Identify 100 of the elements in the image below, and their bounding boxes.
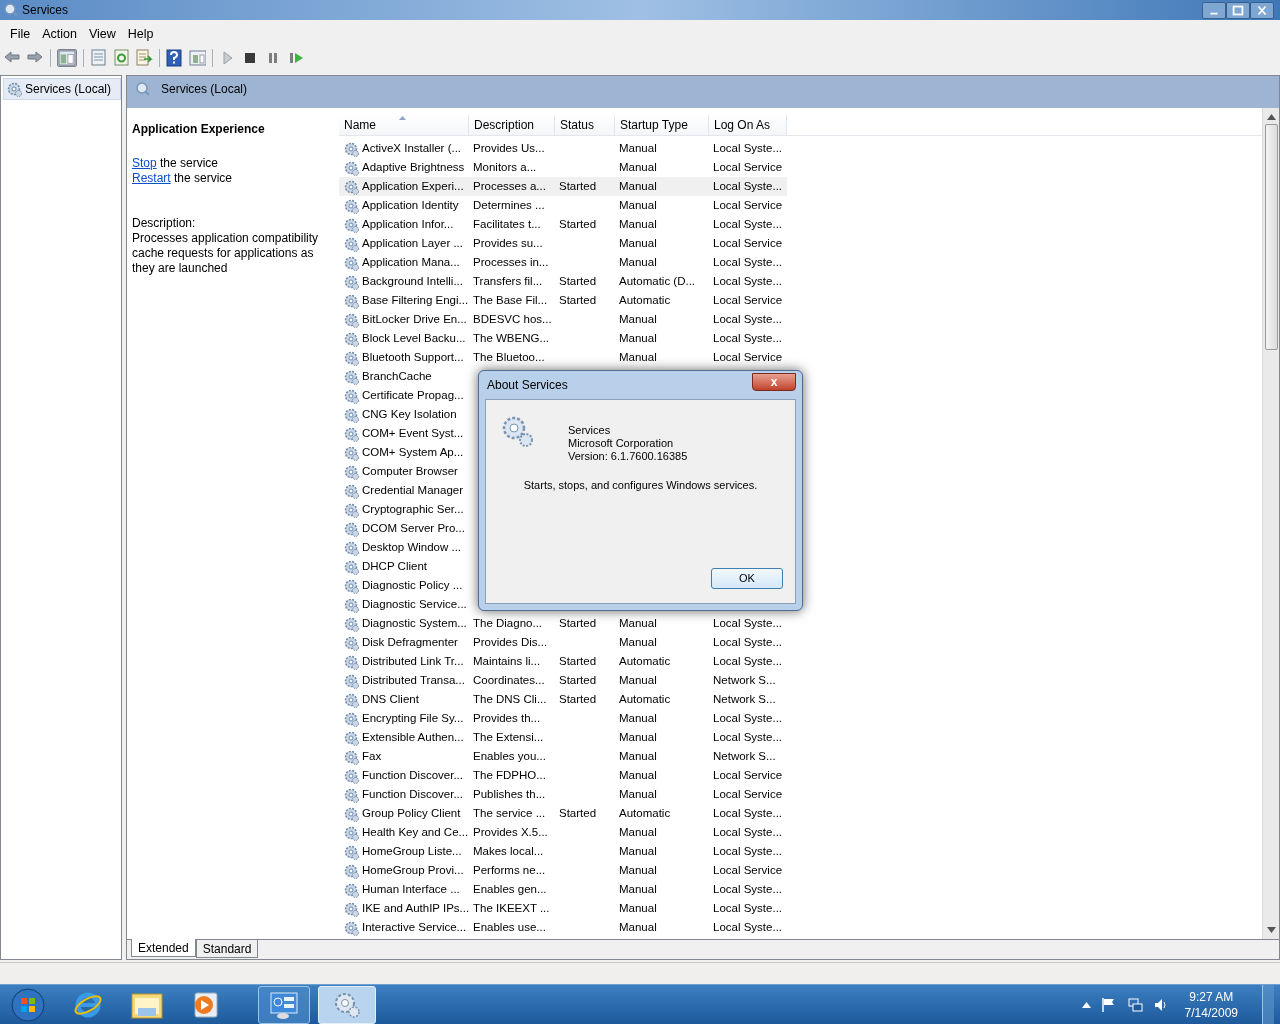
table-cell-text: Manual — [619, 767, 657, 783]
table-cell-text: Manual — [619, 862, 657, 878]
table-cell-text: Manual — [619, 786, 657, 802]
table-cell-text: IKE and AuthIP IPs... — [362, 900, 469, 916]
table-cell-text: Computer Browser — [362, 463, 458, 479]
table-cell-text: Enables you... — [473, 748, 546, 764]
table-cell-text: Started — [559, 615, 597, 631]
window-title: Services — [22, 2, 68, 19]
table-cell-text: Bluetooth Support... — [362, 349, 464, 365]
table-cell-text: Diagnostic Service... — [362, 596, 467, 612]
table-cell-text: Determines ... — [473, 197, 545, 213]
table-cell-text: Monitors a... — [473, 159, 537, 175]
table-cell-text: Started — [559, 653, 597, 669]
table-cell-text: Certificate Propag... — [362, 387, 464, 403]
table-cell-text: BDESVC hos... — [473, 311, 552, 327]
table-cell-text: Local Syste... — [713, 653, 783, 669]
table-cell-text: Function Discover... — [362, 767, 463, 783]
table-cell-text: Provides Us... — [473, 140, 545, 156]
action-text: the service — [173, 171, 233, 185]
table-cell-text: Started — [559, 292, 597, 308]
table-cell-text: Automatic — [619, 805, 671, 821]
table-cell-text: Credential Manager — [362, 482, 463, 498]
table-cell-text: Diagnostic Policy ... — [362, 577, 463, 593]
table-cell-text: Network S... — [713, 691, 776, 707]
pane-title: Services (Local) — [161, 81, 248, 98]
table-cell-text: BranchCache — [362, 368, 432, 384]
table-cell-text: Automatic (D... — [619, 273, 696, 289]
table-cell-text: Manual — [619, 729, 657, 745]
table-cell-text: BitLocker Drive En... — [362, 311, 467, 327]
table-cell-text: Manual — [619, 824, 657, 840]
table-cell-text: ActiveX Installer (... — [362, 140, 462, 156]
action-text: the service — [159, 156, 219, 170]
table-cell-text: The DNS Cli... — [473, 691, 547, 707]
table-cell-text: Manual — [619, 900, 657, 916]
dialog-title: About Services — [487, 377, 568, 394]
table-cell-text: Started — [559, 178, 597, 194]
table-cell-text: Local Service — [713, 786, 783, 802]
table-cell-text: Manual — [619, 159, 657, 175]
table-cell-text: Local Syste... — [713, 710, 783, 726]
table-cell-text: Application Identity — [362, 197, 459, 213]
table-cell-text: Network S... — [713, 748, 776, 764]
table-cell-text: Extensible Authen... — [362, 729, 464, 745]
table-cell-text: Facilitates t... — [473, 216, 541, 232]
table-cell-text: Enables gen... — [473, 881, 547, 897]
table-cell-text: Application Layer ... — [362, 235, 463, 251]
table-cell-text: Local Syste... — [713, 919, 783, 935]
table-cell-text: Provides X.5... — [473, 824, 548, 840]
table-cell-text: Local Service — [713, 349, 783, 365]
company-name: Microsoft Corporation — [568, 437, 675, 450]
product-name: Services — [568, 424, 612, 437]
table-cell-text: Local Syste... — [713, 843, 783, 859]
table-cell-text: Interactive Service... — [362, 919, 467, 935]
table-cell-text: Adaptive Brightness — [362, 159, 465, 175]
table-cell-text: Manual — [619, 178, 657, 194]
table-cell-text: DNS Client — [362, 691, 419, 707]
table-cell-text: Block Level Backu... — [362, 330, 466, 346]
table-cell-text: Group Policy Client — [362, 805, 461, 821]
description-label: Description: — [132, 216, 197, 231]
table-cell-text: Manual — [619, 748, 657, 764]
table-cell-text: Diagnostic System... — [362, 615, 467, 631]
table-cell-text: Manual — [619, 710, 657, 726]
table-cell-text: Manual — [619, 349, 657, 365]
table-cell-text: Publishes th... — [473, 786, 546, 802]
table-cell-text: Local Service — [713, 235, 783, 251]
table-cell-text: Provides Dis... — [473, 634, 548, 650]
table-cell-text: Processes in... — [473, 254, 549, 270]
table-cell-text: Manual — [619, 140, 657, 156]
table-cell-text: Local Service — [713, 159, 783, 175]
table-cell-text: Manual — [619, 919, 657, 935]
table-cell-text: Application Infor... — [362, 216, 454, 232]
table-cell-text: The Base Fil... — [473, 292, 548, 308]
table-cell-text: Local Service — [713, 292, 783, 308]
table-cell-text: Human Interface ... — [362, 881, 460, 897]
table-cell-text: Disk Defragmenter — [362, 634, 458, 650]
table-cell-text: Enables use... — [473, 919, 546, 935]
table-cell-text: Cryptographic Ser... — [362, 501, 464, 517]
table-cell-text: Local Syste... — [713, 140, 783, 156]
table-cell-text: Started — [559, 691, 597, 707]
version-text: Version: 6.1.7600.16385 — [568, 450, 688, 463]
table-cell-text: Local Syste... — [713, 311, 783, 327]
table-cell-text: Local Syste... — [713, 634, 783, 650]
table-cell-text: Local Service — [713, 197, 783, 213]
table-cell-text: Distributed Transa... — [362, 672, 465, 688]
table-cell-text: Started — [559, 273, 597, 289]
table-cell-text: Manual — [619, 634, 657, 650]
table-cell-text: Provides su... — [473, 235, 543, 251]
table-cell-text: Distributed Link Tr... — [362, 653, 464, 669]
table-cell-text: The WBENG... — [473, 330, 550, 346]
service-title: Application Experience — [132, 121, 266, 138]
table-cell-text: Network S... — [713, 672, 776, 688]
table-cell-text: The IKEEXT ... — [473, 900, 550, 916]
table-cell-text: Processes a... — [473, 178, 546, 194]
table-cell-text: Local Syste... — [713, 805, 783, 821]
table-cell-text: Started — [559, 216, 597, 232]
table-cell-text: Local Syste... — [713, 881, 783, 897]
table-cell-text: Application Experi... — [362, 178, 464, 194]
table-cell-text: Local Syste... — [713, 729, 783, 745]
table-cell-text: DHCP Client — [362, 558, 427, 574]
table-cell-text: Automatic — [619, 292, 671, 308]
table-cell-text: COM+ System Ap... — [362, 444, 464, 460]
